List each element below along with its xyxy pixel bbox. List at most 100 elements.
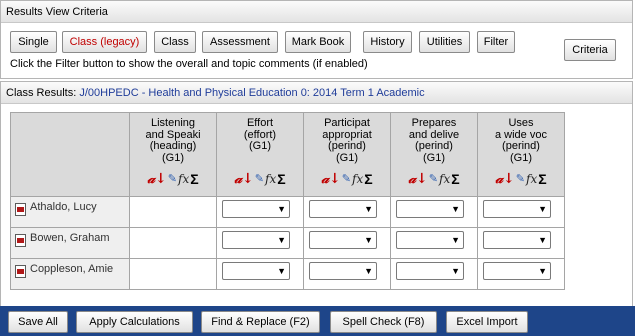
chevron-down-icon: ▼ bbox=[538, 235, 547, 245]
fx-icon[interactable]: fx bbox=[178, 171, 189, 187]
criteria-panel: Results View Criteria Single Class (lega… bbox=[0, 0, 633, 79]
edit-pencil-icon[interactable]: ✎ bbox=[255, 171, 264, 187]
column-header: Listening and Speaki (heading) (G1) 𝒶↓ ✎ fx Σ bbox=[129, 112, 217, 197]
heading-cell bbox=[129, 258, 217, 290]
pdf-report-icon[interactable] bbox=[15, 265, 26, 278]
result-select[interactable]: ▼ bbox=[396, 262, 464, 280]
chevron-down-icon: ▼ bbox=[277, 235, 286, 245]
result-select[interactable]: ▼ bbox=[222, 200, 290, 218]
history-button[interactable]: History bbox=[363, 31, 412, 53]
column-header-text: Prepares and delive (perind) (G1) bbox=[408, 117, 460, 164]
spell-check-button[interactable]: Spell Check (F8) bbox=[330, 311, 437, 333]
chevron-down-icon: ▼ bbox=[538, 204, 547, 214]
filter-hint-text: Click the Filter button to show the over… bbox=[10, 58, 368, 70]
filter-button[interactable]: Filter bbox=[477, 31, 515, 53]
chevron-down-icon: ▼ bbox=[364, 235, 373, 245]
fx-icon[interactable]: fx bbox=[439, 171, 450, 187]
column-tools: 𝒶↓ ✎ fx Σ bbox=[130, 171, 216, 187]
column-header: Uses a wide voc (perind) (G1) 𝒶↓ ✎ fx Σ bbox=[477, 112, 565, 197]
utilities-button[interactable]: Utilities bbox=[419, 31, 470, 53]
results-panel: Class Results: J/00HPEDC - Health and Ph… bbox=[0, 81, 633, 307]
result-cell: ▼ bbox=[303, 196, 391, 228]
result-select[interactable]: ▼ bbox=[396, 200, 464, 218]
result-select[interactable]: ▼ bbox=[483, 262, 551, 280]
fx-icon[interactable]: fx bbox=[265, 171, 276, 187]
sigma-icon[interactable]: Σ bbox=[451, 171, 459, 187]
table-row: Bowen, Graham ▼ ▼ ▼ ▼ bbox=[10, 227, 565, 259]
edit-pencil-icon[interactable]: ✎ bbox=[168, 171, 177, 187]
column-tools: 𝒶↓ ✎ fx Σ bbox=[391, 171, 477, 187]
chevron-down-icon: ▼ bbox=[538, 266, 547, 276]
fx-icon[interactable]: fx bbox=[526, 171, 537, 187]
sigma-icon[interactable]: Σ bbox=[364, 171, 372, 187]
sort-a-icon[interactable]: 𝒶↓ bbox=[234, 171, 253, 187]
sigma-icon[interactable]: Σ bbox=[538, 171, 546, 187]
student-cell: Bowen, Graham bbox=[10, 227, 130, 259]
result-cell: ▼ bbox=[477, 227, 565, 259]
assessment-button[interactable]: Assessment bbox=[202, 31, 278, 53]
column-tools: 𝒶↓ ✎ fx Σ bbox=[478, 171, 564, 187]
result-cell: ▼ bbox=[390, 196, 478, 228]
results-panel-title: Class Results: J/00HPEDC - Health and Ph… bbox=[1, 82, 632, 104]
edit-pencil-icon[interactable]: ✎ bbox=[516, 171, 525, 187]
edit-pencil-icon[interactable]: ✎ bbox=[429, 171, 438, 187]
pdf-report-icon[interactable] bbox=[15, 234, 26, 247]
class-results-label: Class Results: bbox=[6, 87, 77, 99]
table-row: Athaldo, Lucy ▼ ▼ ▼ ▼ bbox=[10, 196, 565, 228]
results-table: Listening and Speaki (heading) (G1) 𝒶↓ ✎ fx Σ … bbox=[10, 112, 565, 290]
sort-a-icon[interactable]: 𝒶↓ bbox=[321, 171, 340, 187]
result-cell: ▼ bbox=[303, 258, 391, 290]
single-button[interactable]: Single bbox=[10, 31, 57, 53]
sort-a-icon[interactable]: 𝒶↓ bbox=[408, 171, 427, 187]
sigma-icon[interactable]: Σ bbox=[277, 171, 285, 187]
fx-icon[interactable]: fx bbox=[352, 171, 363, 187]
column-header: Effort (effort) (G1) 𝒶↓ ✎ fx Σ bbox=[216, 112, 304, 197]
result-cell: ▼ bbox=[477, 258, 565, 290]
table-row: Coppleson, Amie ▼ ▼ ▼ ▼ bbox=[10, 258, 565, 290]
result-select[interactable]: ▼ bbox=[222, 231, 290, 249]
column-header: Prepares and delive (perind) (G1) 𝒶↓ ✎ fx Σ bbox=[390, 112, 478, 197]
student-name[interactable]: Bowen, Graham bbox=[30, 232, 109, 244]
student-name[interactable]: Coppleson, Amie bbox=[30, 263, 113, 275]
heading-cell bbox=[129, 227, 217, 259]
class-legacy-button[interactable]: Class (legacy) bbox=[62, 31, 147, 53]
result-cell: ▼ bbox=[216, 258, 304, 290]
apply-calculations-button[interactable]: Apply Calculations bbox=[76, 311, 193, 333]
criteria-button[interactable]: Criteria bbox=[564, 39, 616, 61]
find-replace-button[interactable]: Find & Replace (F2) bbox=[201, 311, 320, 333]
sort-a-icon[interactable]: 𝒶↓ bbox=[147, 171, 166, 187]
result-select[interactable]: ▼ bbox=[309, 200, 377, 218]
result-select[interactable]: ▼ bbox=[483, 231, 551, 249]
pdf-report-icon[interactable] bbox=[15, 203, 26, 216]
result-cell: ▼ bbox=[390, 227, 478, 259]
chevron-down-icon: ▼ bbox=[364, 204, 373, 214]
chevron-down-icon: ▼ bbox=[451, 266, 460, 276]
mark-book-button[interactable]: Mark Book bbox=[285, 31, 351, 53]
result-cell: ▼ bbox=[216, 196, 304, 228]
sort-a-icon[interactable]: 𝒶↓ bbox=[495, 171, 514, 187]
result-select[interactable]: ▼ bbox=[309, 231, 377, 249]
class-button[interactable]: Class bbox=[154, 31, 196, 53]
edit-pencil-icon[interactable]: ✎ bbox=[342, 171, 351, 187]
column-header: Participat appropriat (perind) (G1) 𝒶↓ ✎ fx Σ bbox=[303, 112, 391, 197]
student-cell: Coppleson, Amie bbox=[10, 258, 130, 290]
excel-import-button[interactable]: Excel Import bbox=[446, 311, 528, 333]
result-select[interactable]: ▼ bbox=[309, 262, 377, 280]
column-header-text: Effort (effort) (G1) bbox=[243, 117, 277, 152]
sigma-icon[interactable]: Σ bbox=[190, 171, 198, 187]
column-header-text: Participat appropriat (perind) (G1) bbox=[322, 117, 372, 164]
result-select[interactable]: ▼ bbox=[222, 262, 290, 280]
result-cell: ▼ bbox=[477, 196, 565, 228]
class-link[interactable]: J/00HPEDC - Health and Physical Educatio… bbox=[79, 87, 424, 99]
save-all-button[interactable]: Save All bbox=[8, 311, 68, 333]
result-cell: ▼ bbox=[216, 227, 304, 259]
result-select[interactable]: ▼ bbox=[396, 231, 464, 249]
chevron-down-icon: ▼ bbox=[451, 204, 460, 214]
column-tools: 𝒶↓ ✎ fx Σ bbox=[217, 171, 303, 187]
chevron-down-icon: ▼ bbox=[277, 266, 286, 276]
student-name[interactable]: Athaldo, Lucy bbox=[30, 201, 97, 213]
table-header-row: Listening and Speaki (heading) (G1) 𝒶↓ ✎ fx Σ … bbox=[10, 112, 565, 197]
result-select[interactable]: ▼ bbox=[483, 200, 551, 218]
result-cell: ▼ bbox=[303, 227, 391, 259]
column-header-text: Listening and Speaki (heading) (G1) bbox=[145, 117, 201, 164]
